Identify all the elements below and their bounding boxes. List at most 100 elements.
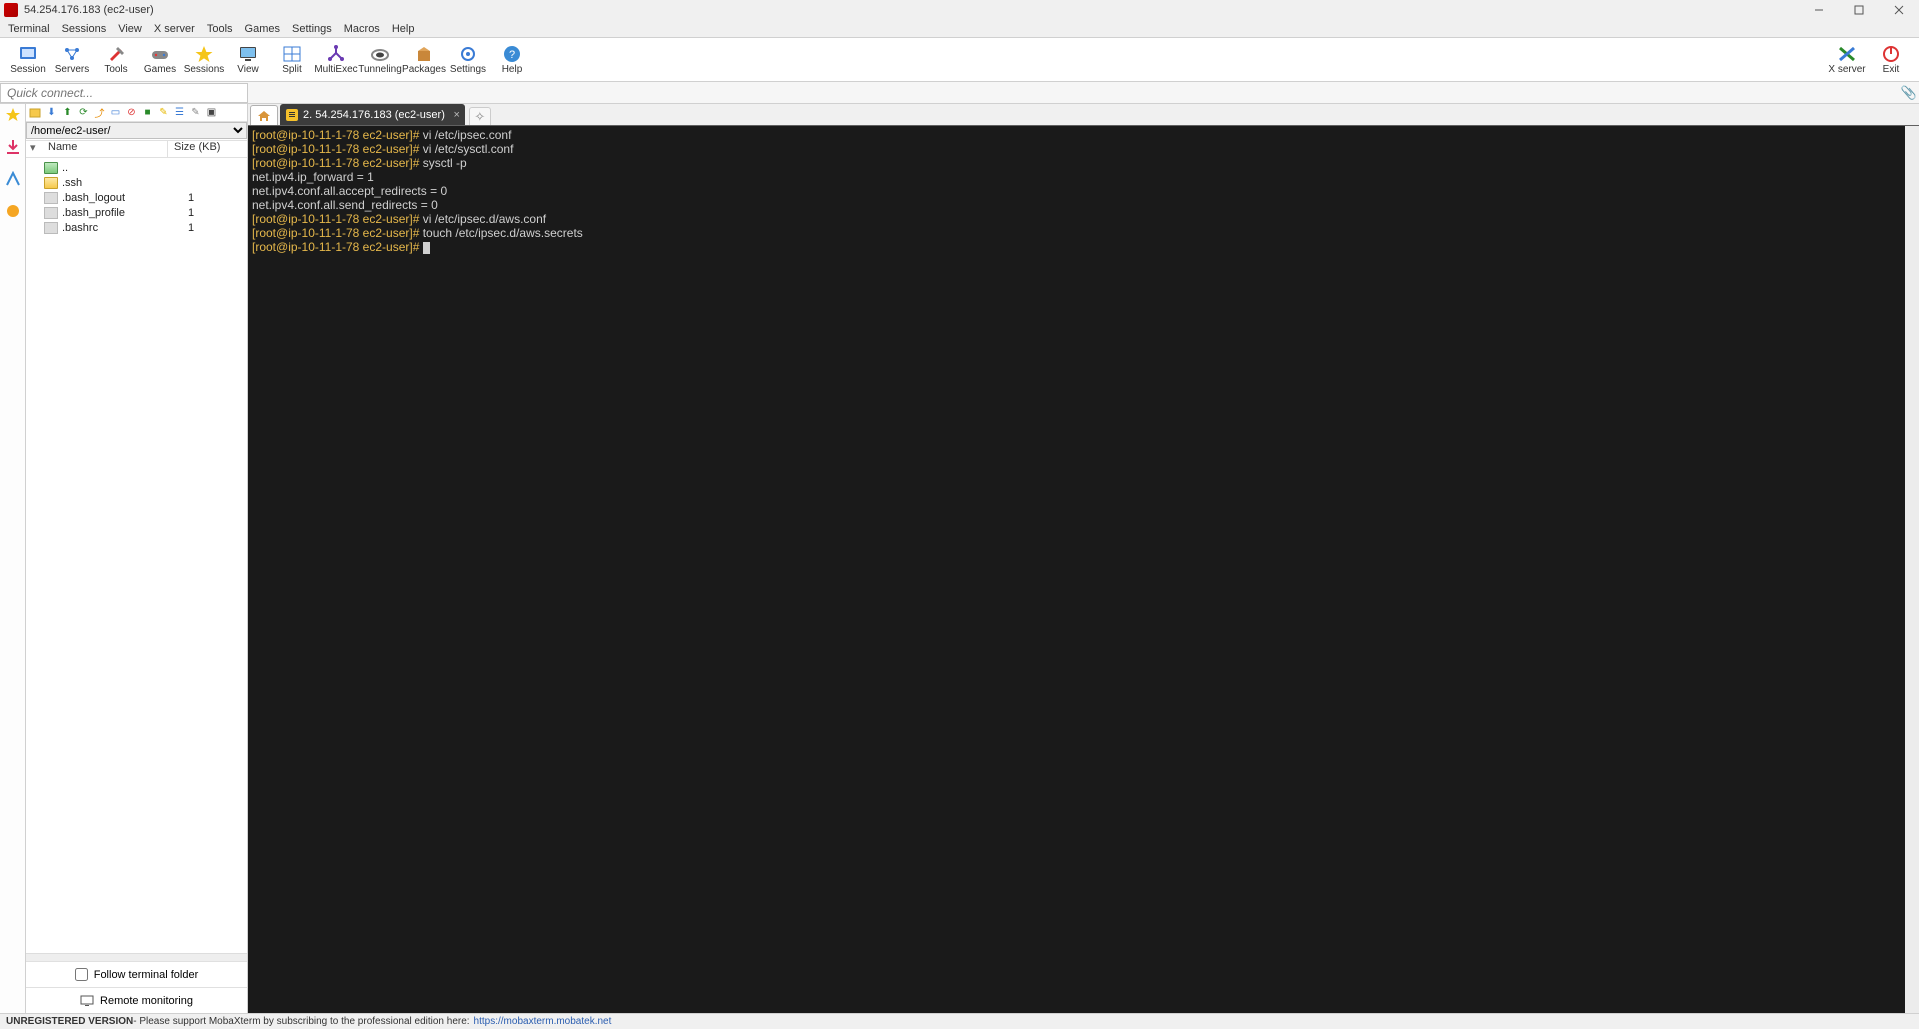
svg-text:?: ? <box>509 49 515 61</box>
sb-tool-upload-icon[interactable]: ⬆ <box>60 105 75 120</box>
sb-tool-delete-icon[interactable]: ⊘ <box>124 105 139 120</box>
col-name[interactable]: Name <box>44 141 168 157</box>
file-row[interactable]: .bash_profile1 <box>26 205 247 220</box>
file-row[interactable]: .bashrc1 <box>26 220 247 235</box>
path-select[interactable]: /home/ec2-user/ <box>26 122 247 139</box>
toolbar-xserver[interactable]: X server <box>1825 39 1869 81</box>
sb-tool-find-icon[interactable]: ✎ <box>156 105 171 120</box>
file-row-folder[interactable]: .ssh <box>26 175 247 190</box>
follow-checkbox[interactable] <box>75 968 88 981</box>
window-title: 54.254.176.183 (ec2-user) <box>24 4 154 16</box>
toolbar-help[interactable]: ? Help <box>490 39 534 81</box>
file-row[interactable]: .bash_logout1 <box>26 190 247 205</box>
toolbar-exit[interactable]: Exit <box>1869 39 1913 81</box>
toolbar-label: Tools <box>104 64 127 75</box>
terminal-panel: 2. 54.254.176.183 (ec2-user) × ✧ [root@i… <box>248 104 1919 1013</box>
menu-games[interactable]: Games <box>245 23 280 35</box>
toolbar-session[interactable]: Session <box>6 39 50 81</box>
menu-xserver[interactable]: X server <box>154 23 195 35</box>
menu-help[interactable]: Help <box>392 23 415 35</box>
sb-tool-newfolder-icon[interactable] <box>28 105 43 120</box>
sidebar-scroll-shade <box>26 953 247 961</box>
remote-label: Remote monitoring <box>100 995 193 1007</box>
toolbar-packages[interactable]: Packages <box>402 39 446 81</box>
remote-monitoring-row[interactable]: Remote monitoring <box>26 987 247 1013</box>
toolbar-split[interactable]: Split <box>270 39 314 81</box>
toolbar-tools[interactable]: Tools <box>94 39 138 81</box>
menu-tools[interactable]: Tools <box>207 23 233 35</box>
globe-tab-icon[interactable] <box>4 202 22 220</box>
terminal-icon <box>286 109 298 121</box>
statusbar: UNREGISTERED VERSION - Please support Mo… <box>0 1013 1919 1029</box>
new-tab-button[interactable]: ✧ <box>469 107 491 125</box>
toolbar-label: Session <box>10 64 46 75</box>
toolbar-label: Help <box>502 64 523 75</box>
close-button[interactable] <box>1879 0 1919 20</box>
toolbar-view[interactable]: View <box>226 39 270 81</box>
star-tab-icon[interactable] <box>4 106 22 124</box>
file-row-up[interactable]: .. <box>26 160 247 175</box>
file-icon <box>44 222 58 234</box>
sort-arrow-icon[interactable]: ▾ <box>26 141 44 157</box>
menu-sessions[interactable]: Sessions <box>62 23 107 35</box>
vertical-tab-strip <box>0 104 26 1013</box>
paperclip-icon[interactable]: 📎 <box>1899 85 1919 101</box>
toolbar-sessions[interactable]: Sessions <box>182 39 226 81</box>
toolbar: Session Servers Tools Games Sessions Vie… <box>0 38 1919 82</box>
toolbar-multiexec[interactable]: MultiExec <box>314 39 358 81</box>
toolbar-label: Packages <box>402 64 446 75</box>
status-link[interactable]: https://mobaxterm.mobatek.net <box>474 1016 612 1027</box>
toolbar-servers[interactable]: Servers <box>50 39 94 81</box>
toolbar-label: Games <box>144 64 176 75</box>
session-tab[interactable]: 2. 54.254.176.183 (ec2-user) × <box>280 104 465 125</box>
menubar: Terminal Sessions View X server Tools Ga… <box>0 20 1919 38</box>
sb-tool-refresh-icon[interactable]: ⟳ <box>76 105 91 120</box>
file-icon <box>44 207 58 219</box>
monitor-icon <box>80 995 94 1007</box>
terminal-output[interactable]: [root@ip-10-11-1-78 ec2-user]# vi /etc/i… <box>248 126 1919 1013</box>
sb-tool-parent-icon[interactable]: ⤴ <box>92 105 107 120</box>
sb-tool-newfile-icon[interactable]: ▭ <box>108 105 123 120</box>
sidebar-toolbar: ⬇ ⬆ ⟳ ⤴ ▭ ⊘ ■ ✎ ☰ ✎ ▣ <box>26 104 247 122</box>
toolbar-settings[interactable]: Settings <box>446 39 490 81</box>
sb-tool-download-icon[interactable]: ⬇ <box>44 105 59 120</box>
file-list-header: ▾ Name Size (KB) <box>26 140 247 158</box>
sftp-tab-icon[interactable] <box>4 138 22 156</box>
tab-label: 2. 54.254.176.183 (ec2-user) <box>303 109 445 121</box>
col-size[interactable]: Size (KB) <box>168 141 247 157</box>
toolbar-label: Split <box>282 64 301 75</box>
sb-tool-list-icon[interactable]: ☰ <box>172 105 187 120</box>
file-list: .. .ssh .bash_logout1 .bash_profile1 .ba… <box>26 158 247 953</box>
minimize-button[interactable] <box>1799 0 1839 20</box>
toolbar-tunneling[interactable]: Tunneling <box>358 39 402 81</box>
sb-tool-terminal-icon[interactable]: ▣ <box>204 105 219 120</box>
file-icon <box>44 192 58 204</box>
terminal-tabbar: 2. 54.254.176.183 (ec2-user) × ✧ <box>248 104 1919 126</box>
toolbar-label: Sessions <box>184 64 225 75</box>
folder-icon <box>44 177 58 189</box>
folder-up-icon <box>44 162 58 174</box>
toolbar-games[interactable]: Games <box>138 39 182 81</box>
toolbar-label: View <box>237 64 259 75</box>
toolbar-label: Tunneling <box>358 64 402 75</box>
menu-view[interactable]: View <box>118 23 142 35</box>
follow-label: Follow terminal folder <box>94 969 199 981</box>
menu-terminal[interactable]: Terminal <box>8 23 50 35</box>
macro-tab-icon[interactable] <box>4 170 22 188</box>
quickconnect-input[interactable] <box>0 83 248 103</box>
sb-tool-edit-icon[interactable]: ✎ <box>188 105 203 120</box>
sidebar-path: /home/ec2-user/ <box>26 122 247 140</box>
app-icon <box>4 3 18 17</box>
toolbar-label: Servers <box>55 64 89 75</box>
menu-settings[interactable]: Settings <box>292 23 332 35</box>
terminal-scrollbar[interactable] <box>1905 126 1919 1013</box>
menu-macros[interactable]: Macros <box>344 23 380 35</box>
sb-tool-stop-icon[interactable]: ■ <box>140 105 155 120</box>
status-text: - Please support MobaXterm by subscribin… <box>133 1016 469 1027</box>
toolbar-label: Settings <box>450 64 486 75</box>
maximize-button[interactable] <box>1839 0 1879 20</box>
home-tab[interactable] <box>250 105 278 125</box>
tab-close-icon[interactable]: × <box>453 109 459 121</box>
sftp-sidebar: ⬇ ⬆ ⟳ ⤴ ▭ ⊘ ■ ✎ ☰ ✎ ▣ /home/ec2-user/ ▾ … <box>26 104 248 1013</box>
follow-terminal-row[interactable]: Follow terminal folder <box>26 961 247 987</box>
